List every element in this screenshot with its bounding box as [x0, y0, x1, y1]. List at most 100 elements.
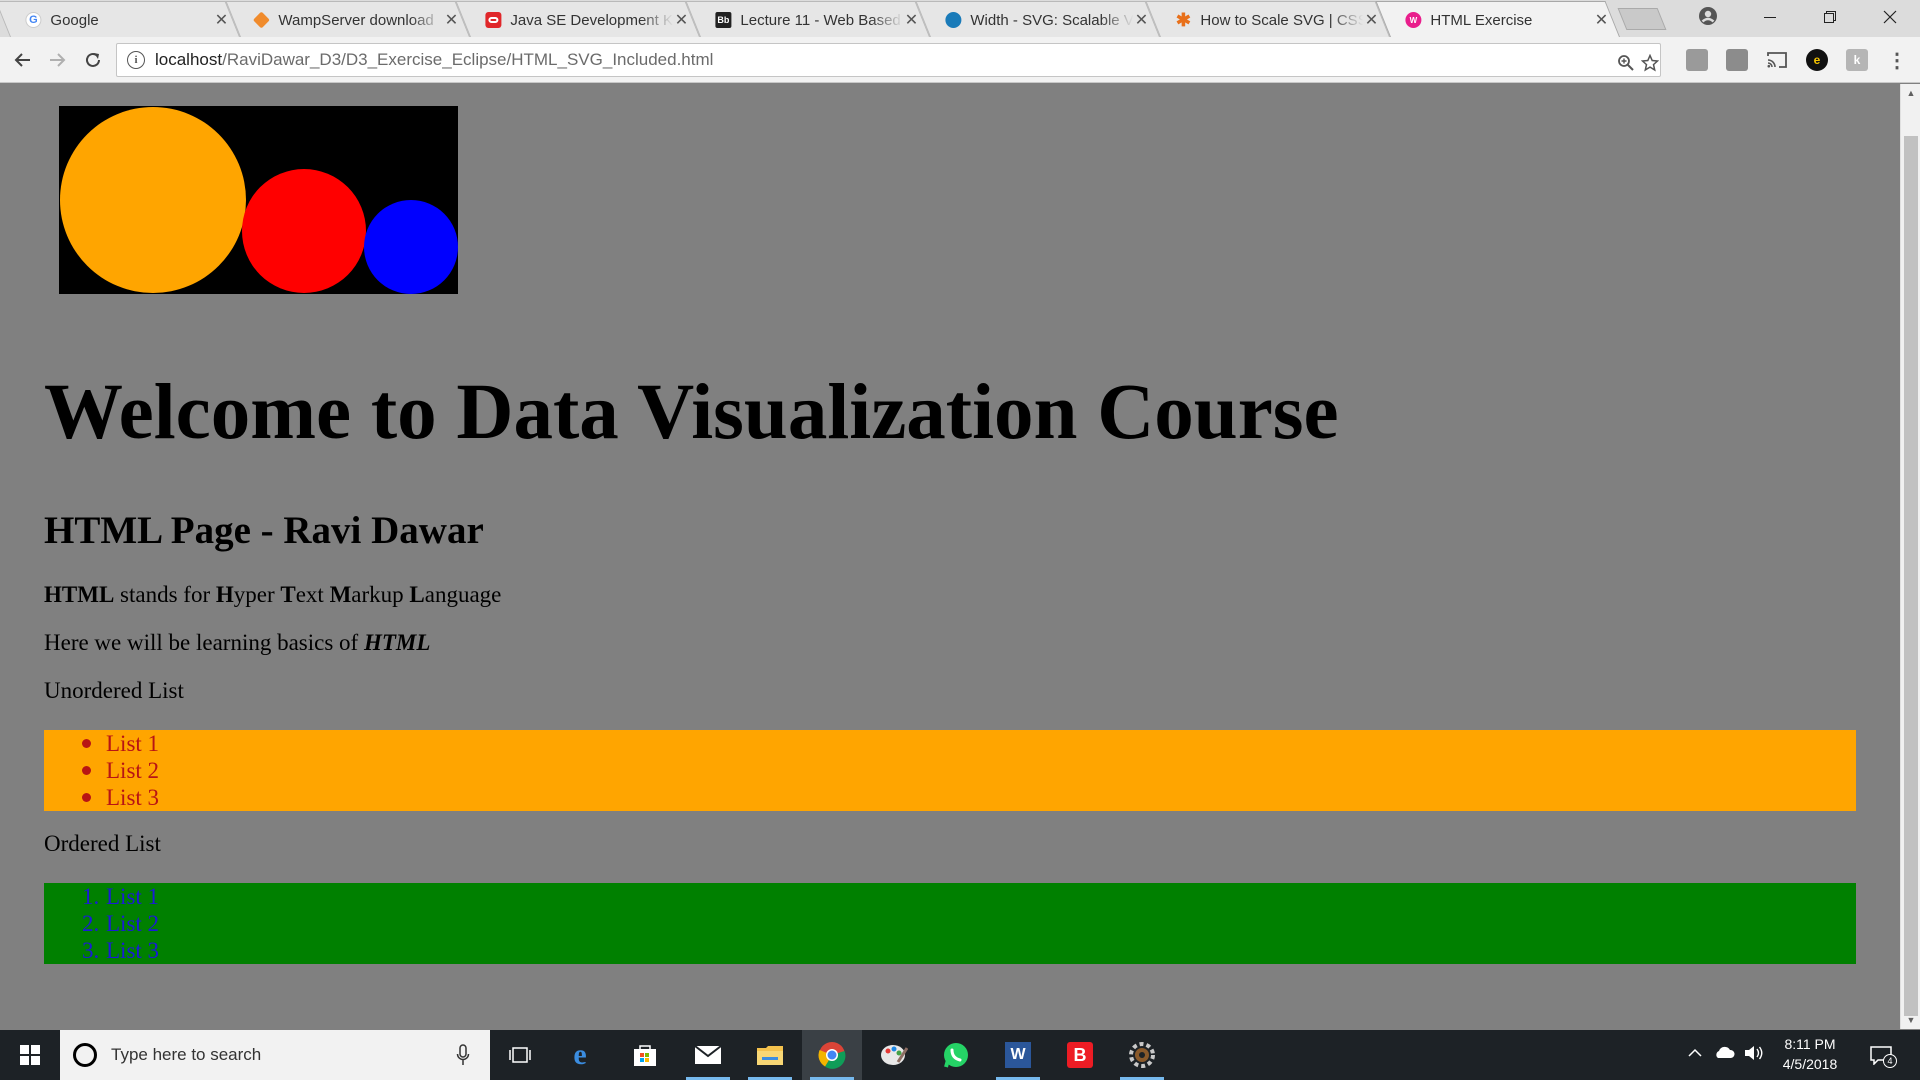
- start-button[interactable]: [0, 1030, 60, 1080]
- bold-h: H: [215, 582, 234, 607]
- close-icon[interactable]: ✕: [213, 10, 229, 30]
- close-icon[interactable]: ✕: [1133, 10, 1149, 30]
- orange-circle: [60, 107, 246, 293]
- store-icon[interactable]: [615, 1030, 675, 1080]
- tab-html-exercise[interactable]: W HTML Exercise ✕: [1375, 1, 1620, 37]
- notification-count-badge: 4: [1883, 1054, 1897, 1068]
- address-bar[interactable]: i localhost/RaviDawar_D3/D3_Exercise_Ecl…: [116, 43, 1661, 77]
- page-viewport: Welcome to Data Visualization Course HTM…: [0, 84, 1900, 1029]
- bitdefender-icon[interactable]: B: [1050, 1030, 1110, 1080]
- file-explorer-icon[interactable]: [740, 1030, 800, 1080]
- extension-inbox-icon[interactable]: [1686, 49, 1708, 71]
- text-arkup: arkup: [351, 582, 410, 607]
- close-window-button[interactable]: [1860, 0, 1920, 34]
- scroll-up-arrow-icon[interactable]: ▲: [1901, 84, 1920, 102]
- tab-title: How to Scale SVG | CSS: [1200, 11, 1364, 29]
- bold-m: M: [329, 582, 352, 607]
- chrome-menu-icon[interactable]: ⋮: [1886, 49, 1908, 72]
- reload-button[interactable]: [78, 45, 108, 75]
- tab-css-tricks[interactable]: ✱ How to Scale SVG | CSS ✕: [1145, 1, 1390, 37]
- list-number: 3.: [82, 938, 100, 963]
- extension-e-icon[interactable]: e: [1806, 49, 1828, 71]
- task-view-icon[interactable]: [490, 1030, 550, 1080]
- oracle-icon: [485, 12, 502, 28]
- new-tab-button[interactable]: [1617, 8, 1667, 30]
- tab-title: HTML Exercise: [1430, 11, 1533, 29]
- extension-reader-icon[interactable]: [1726, 49, 1748, 71]
- chrome-icon[interactable]: [802, 1030, 862, 1080]
- close-icon[interactable]: ✕: [903, 10, 919, 30]
- list-item: List 2: [106, 758, 160, 783]
- tab-lecture-11[interactable]: Bb Lecture 11 - Web Based ✕: [685, 1, 930, 37]
- system-clock[interactable]: 8:11 PM 4/5/2018: [1770, 1034, 1850, 1074]
- onedrive-icon[interactable]: [1713, 1045, 1735, 1065]
- windows-logo-icon: [20, 1045, 40, 1065]
- bullet-icon: [82, 739, 91, 748]
- list-item: List 1: [106, 884, 160, 909]
- tab-title: Lecture 11 - Web Based: [740, 11, 901, 29]
- mail-icon[interactable]: [678, 1030, 738, 1080]
- tab-java-se[interactable]: Java SE Development Kit ✕: [455, 1, 700, 37]
- minimize-button[interactable]: [1740, 0, 1800, 34]
- microphone-icon[interactable]: [456, 1044, 470, 1066]
- tab-wampserver[interactable]: WampServer download ✕: [225, 1, 470, 37]
- url-text[interactable]: localhost/RaviDawar_D3/D3_Exercise_Eclip…: [155, 50, 713, 70]
- scrollbar-thumb[interactable]: [1904, 136, 1918, 1016]
- url-host: localhost: [155, 50, 223, 69]
- page-subtitle: HTML Page - Ravi Dawar: [44, 509, 484, 552]
- browser-tab-strip: G Google ✕ WampServer download ✕ Java SE…: [0, 0, 1920, 37]
- zoom-icon[interactable]: [1615, 52, 1637, 74]
- bullet-icon: [82, 793, 91, 802]
- taskbar-search[interactable]: Type here to search: [60, 1030, 490, 1080]
- text-stands-for: stands for: [114, 582, 216, 607]
- tab-google[interactable]: G Google ✕: [0, 1, 240, 37]
- close-icon[interactable]: ✕: [1363, 10, 1379, 30]
- emphasis-html: HTML: [363, 630, 431, 655]
- list-number: 2.: [82, 911, 100, 936]
- bold-html: HTML: [44, 582, 115, 607]
- tab-mdn-width[interactable]: Width - SVG: Scalable Vector ✕: [915, 1, 1160, 37]
- close-icon[interactable]: ✕: [673, 10, 689, 30]
- scroll-down-arrow-icon[interactable]: ▼: [1901, 1011, 1920, 1029]
- list-item: List 3: [106, 938, 160, 963]
- info-icon[interactable]: i: [127, 51, 145, 69]
- text-learning: Here we will be learning basics of: [44, 630, 364, 655]
- clock-date: 4/5/2018: [1782, 1056, 1838, 1072]
- show-hidden-icons-icon[interactable]: [1685, 1045, 1705, 1065]
- cast-icon[interactable]: [1766, 49, 1788, 71]
- word-icon[interactable]: W: [988, 1030, 1048, 1080]
- close-window-icon: [1883, 10, 1897, 24]
- html-definition-paragraph: HTML stands for Hyper Text Markup Langua…: [44, 582, 501, 608]
- close-icon[interactable]: ✕: [443, 10, 459, 30]
- restore-icon: [1824, 11, 1836, 23]
- csstricks-icon: ✱: [1175, 9, 1191, 30]
- settings-gear-icon[interactable]: [1112, 1030, 1172, 1080]
- html-exercise-icon: W: [1405, 12, 1422, 28]
- text-ext: ext: [295, 582, 330, 607]
- list-item: List 2: [106, 911, 160, 936]
- reload-icon: [86, 52, 100, 67]
- extension-k-icon[interactable]: k: [1846, 49, 1868, 71]
- bold-l: L: [409, 582, 425, 607]
- list-item: List 1: [106, 731, 160, 756]
- tab-title: WampServer download: [278, 11, 434, 29]
- mdn-icon: [945, 12, 962, 28]
- volume-icon[interactable]: [1744, 1045, 1764, 1065]
- edge-icon[interactable]: e: [550, 1030, 610, 1080]
- bookmark-star-icon[interactable]: [1639, 52, 1661, 74]
- profile-icon[interactable]: [1698, 6, 1718, 26]
- cortana-icon: [73, 1043, 97, 1067]
- vertical-scrollbar[interactable]: ▲ ▼: [1900, 84, 1920, 1029]
- bitdefender-glyph: B: [1067, 1042, 1093, 1068]
- paint-icon[interactable]: [864, 1030, 924, 1080]
- bullet-icon: [82, 766, 91, 775]
- svg-drawing: [59, 106, 458, 294]
- whatsapp-icon[interactable]: [926, 1030, 986, 1080]
- search-placeholder: Type here to search: [111, 1045, 262, 1064]
- back-button[interactable]: [8, 45, 38, 75]
- restore-button[interactable]: [1800, 0, 1860, 34]
- forward-button[interactable]: [42, 45, 72, 75]
- action-center-button[interactable]: 4: [1868, 1045, 1897, 1068]
- clock-time: 8:11 PM: [1784, 1036, 1836, 1052]
- close-icon[interactable]: ✕: [1593, 10, 1609, 30]
